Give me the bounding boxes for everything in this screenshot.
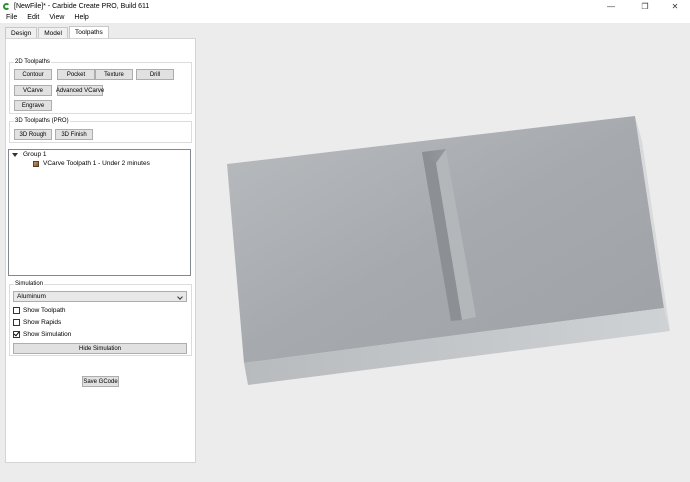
contour-button[interactable]: Contour — [14, 69, 52, 80]
toolpaths-panel: 2D Toolpaths Contour Pocket Texture Dril… — [5, 38, 196, 463]
save-gcode-button[interactable]: Save GCode — [82, 376, 119, 387]
expand-caret-icon[interactable] — [12, 152, 18, 157]
checkbox-box[interactable] — [13, 330, 20, 338]
checkbox-box[interactable] — [13, 307, 20, 314]
checkbox-box[interactable] — [13, 319, 20, 326]
3d-rough-button[interactable]: 3D Rough — [14, 129, 52, 140]
material-select[interactable]: Aluminum — [13, 291, 187, 302]
toolpath-icon — [33, 160, 39, 167]
hide-simulation-button[interactable]: Hide Simulation — [13, 343, 187, 354]
texture-button[interactable]: Texture — [95, 69, 133, 80]
stock-render — [227, 116, 670, 385]
tree-item-row[interactable]: VCarve Toolpath 1 - Under 2 minutes — [33, 160, 150, 167]
show-toolpath-checkbox[interactable]: Show Toolpath — [13, 307, 66, 314]
toolpath-label: VCarve Toolpath 1 - Under 2 minutes — [43, 160, 150, 167]
checkmark-icon — [13, 330, 20, 337]
group-title: 3D Toolpaths (PRO) — [14, 117, 70, 125]
tree-group-row[interactable]: Group 1 — [12, 151, 47, 158]
window-title: [NewFile]* - Carbide Create PRO, Build 6… — [14, 2, 150, 10]
show-rapids-checkbox[interactable]: Show Rapids — [13, 319, 61, 326]
mode-tabs: Design Model Toolpaths — [5, 26, 110, 38]
menu-file[interactable]: File — [6, 14, 17, 21]
toolpath-tree[interactable]: Group 1 VCarve Toolpath 1 - Under 2 minu… — [8, 149, 191, 276]
title-bar: [NewFile]* - Carbide Create PRO, Build 6… — [0, 0, 690, 12]
drill-button[interactable]: Drill — [136, 69, 174, 80]
vcarve-button[interactable]: VCarve — [14, 85, 52, 96]
3d-finish-button[interactable]: 3D Finish — [55, 129, 93, 140]
toolpaths-3d-group: 3D Toolpaths (PRO) 3D Rough 3D Finish — [9, 117, 192, 143]
menu-view[interactable]: View — [49, 14, 64, 21]
checkbox-label: Show Rapids — [23, 319, 62, 326]
checkbox-label: Show Toolpath — [23, 307, 66, 314]
chevron-down-icon — [177, 294, 183, 300]
menu-bar: File Edit View Help — [0, 12, 690, 23]
show-simulation-checkbox[interactable]: Show Simulation — [13, 330, 72, 338]
engrave-button[interactable]: Engrave — [14, 100, 52, 111]
tab-design[interactable]: Design — [5, 27, 38, 38]
3d-viewport[interactable] — [200, 23, 690, 480]
close-button[interactable]: ✕ — [664, 0, 686, 12]
app-logo-icon — [3, 2, 10, 10]
toolpaths-2d-group: 2D Toolpaths Contour Pocket Texture Dril… — [9, 58, 192, 114]
group-title: 2D Toolpaths — [14, 58, 51, 66]
menu-edit[interactable]: Edit — [27, 14, 39, 21]
minimize-button[interactable]: — — [600, 0, 622, 12]
tab-model[interactable]: Model — [38, 27, 68, 38]
group-title: Simulation — [14, 280, 45, 288]
advanced-vcarve-button[interactable]: Advanced VCarve — [56, 85, 104, 96]
material-value: Aluminum — [17, 293, 46, 300]
maximize-button[interactable]: ❐ — [634, 0, 656, 12]
checkbox-label: Show Simulation — [23, 331, 72, 338]
pocket-button[interactable]: Pocket — [57, 69, 95, 80]
menu-help[interactable]: Help — [74, 14, 88, 21]
tab-toolpaths[interactable]: Toolpaths — [68, 26, 109, 38]
group-label: Group 1 — [23, 151, 47, 158]
